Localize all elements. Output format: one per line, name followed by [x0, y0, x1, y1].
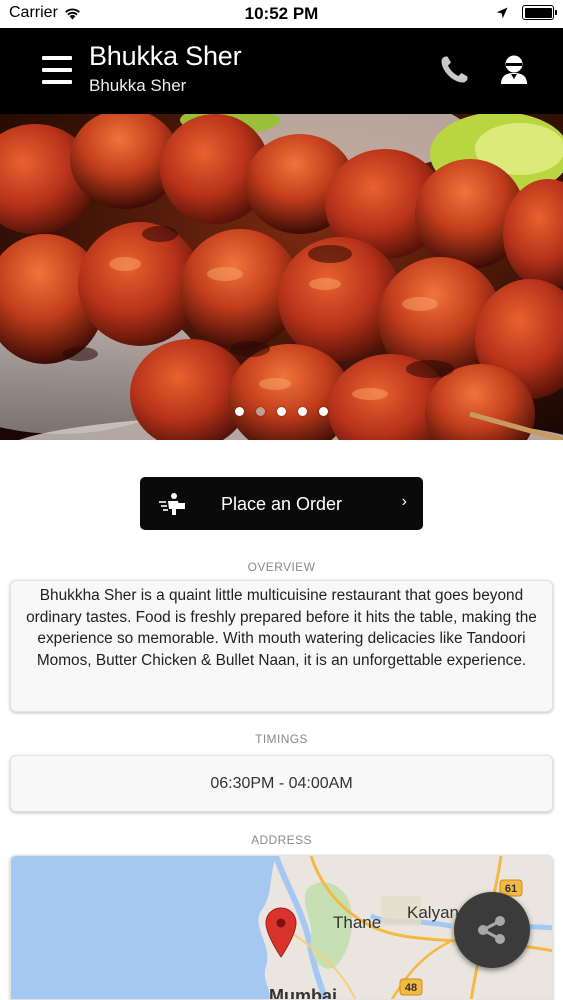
menu-line	[42, 56, 72, 60]
share-icon	[478, 916, 505, 944]
map-label-mumbai: Mumbai	[269, 986, 337, 1000]
carousel-dot-active[interactable]	[256, 407, 265, 416]
timings-value: 06:30PM - 04:00AM	[210, 774, 353, 792]
timings-card: 06:30PM - 04:00AM	[10, 755, 553, 812]
address-heading: ADDRESS	[251, 833, 312, 847]
route-shield-48: 48	[399, 978, 423, 996]
menu-icon[interactable]	[42, 54, 72, 86]
account-icon[interactable]	[496, 52, 532, 88]
battery-level	[524, 7, 552, 18]
overview-heading: OVERVIEW	[247, 560, 316, 574]
svg-text:48: 48	[405, 982, 417, 994]
map-label-thane: Thane	[333, 913, 381, 932]
place-order-button[interactable]: Place an Order ›	[140, 477, 423, 530]
phone-icon[interactable]	[436, 52, 472, 88]
carousel-dot[interactable]	[277, 407, 286, 416]
hero-image	[0, 114, 563, 440]
svg-text:61: 61	[505, 883, 517, 895]
status-bar: Carrier 10:52 PM	[0, 0, 563, 28]
timings-heading: TIMINGS	[255, 732, 308, 746]
status-right	[496, 5, 557, 20]
hero-carousel[interactable]	[0, 114, 563, 440]
overview-card: Bhukkha Sher is a quaint little multicui…	[10, 580, 553, 712]
page-title: Bhukka Sher	[89, 41, 242, 71]
location-arrow-icon	[496, 7, 508, 18]
carousel-indicator	[0, 407, 563, 416]
overview-text: Bhukkha Sher is a quaint little multicui…	[26, 587, 537, 669]
chevron-right-icon: ›	[401, 493, 407, 510]
place-order-label: Place an Order	[220, 494, 343, 514]
menu-line	[42, 80, 72, 84]
carousel-dot[interactable]	[319, 407, 328, 416]
status-time: 10:52 PM	[244, 4, 319, 23]
page-subtitle: Bhukka Sher	[89, 76, 187, 95]
menu-line	[42, 68, 72, 72]
battery-icon	[522, 5, 557, 20]
carousel-dot[interactable]	[298, 407, 307, 416]
app-bar: Bhukka Sher Bhukka Sher	[0, 28, 563, 114]
map-label-kalyan: Kalyan	[407, 903, 459, 922]
carousel-dot[interactable]	[235, 407, 244, 416]
share-button[interactable]	[454, 892, 530, 968]
